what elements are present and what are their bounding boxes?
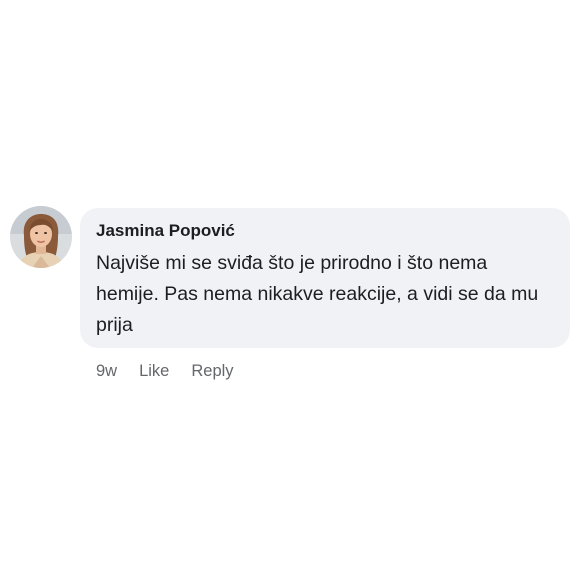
- comment-text: Najviše mi se sviđa što je prirodno i št…: [96, 252, 539, 336]
- like-button[interactable]: Like: [139, 360, 169, 382]
- avatar[interactable]: [10, 206, 72, 268]
- reply-button[interactable]: Reply: [191, 360, 233, 382]
- comment-bubble: Jasmina Popović Najviše mi se sviđa što …: [80, 208, 570, 348]
- comment-actions: 9w Like Reply: [96, 360, 234, 382]
- user-avatar-photo-icon: [10, 206, 72, 268]
- comment-author[interactable]: Jasmina Popović: [96, 220, 554, 242]
- comment-timestamp[interactable]: 9w: [96, 360, 117, 382]
